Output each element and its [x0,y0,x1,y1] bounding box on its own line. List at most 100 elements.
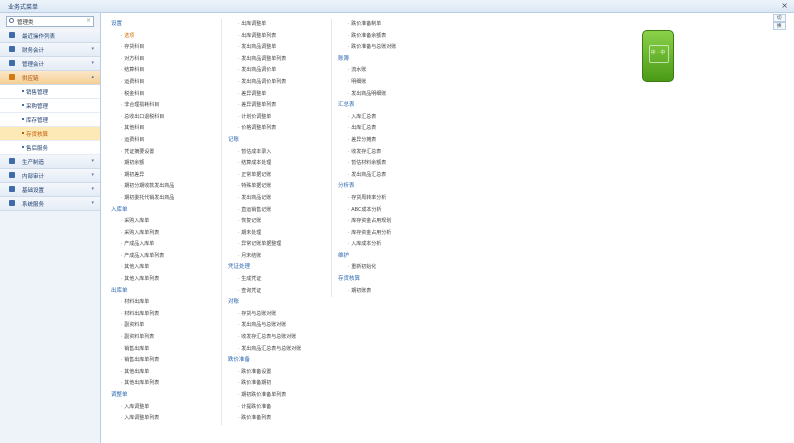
menu-link[interactable]: 库存资金占用规划 [338,216,443,228]
menu-link[interactable]: 跌价准备期初 [228,378,333,390]
sidebar-group[interactable]: ▾ 基础设置 [0,183,100,197]
menu-link[interactable]: 期初分期收款发出商品 [111,181,216,193]
menu-link[interactable]: 对方科目 [111,54,216,66]
menu-link[interactable]: 副资料单 [111,320,216,332]
menu-link[interactable]: 其他入库单 [111,262,216,274]
menu-link[interactable]: 出库调整单 [228,19,333,31]
menu-link[interactable]: 销售出库单列表 [111,355,216,367]
clear-search-icon[interactable]: × [86,17,91,24]
menu-link[interactable]: 明细账 [338,77,443,89]
tab-view-1[interactable]: 切 [773,14,786,22]
menu-link[interactable]: 跌价准备设置 [228,367,333,379]
menu-link[interactable]: 采购入库单列表 [111,228,216,240]
menu-link[interactable]: 差异调整单 [228,89,333,101]
menu-link[interactable]: 重新初始化 [338,262,443,274]
menu-link[interactable]: 其他出库单列表 [111,378,216,390]
menu-link[interactable]: 收发存汇总表与总账对账 [228,332,333,344]
menu-link[interactable]: 发出商品汇总表 [338,170,443,182]
sidebar-group[interactable]: ▾ 内部审计 [0,169,100,183]
sidebar-group[interactable]: ▾ 系统服务 [0,197,100,211]
menu-link[interactable]: 差异分摊表 [338,135,443,147]
menu-link[interactable]: 入库成本分析 [338,239,443,251]
sidebar-subitem[interactable]: 售后服务 [0,141,100,155]
menu-link[interactable]: 税金科目 [111,89,216,101]
menu-link[interactable]: 跌价准备制单 [338,19,443,31]
sidebar-subitem[interactable]: 销售管理 [0,85,100,99]
menu-link[interactable]: 出库汇总表 [338,123,443,135]
menu-link[interactable]: 跌价准备余额表 [338,31,443,43]
menu-link[interactable]: 其他入库单列表 [111,274,216,286]
menu-link[interactable]: 跌价准备列表 [228,413,333,425]
menu-link[interactable]: 暂估成本录入 [228,147,333,159]
menu-link[interactable]: 结算成本处理 [228,158,333,170]
menu-link[interactable]: 直运销售记账 [228,205,333,217]
menu-link[interactable]: 出库调整单列表 [228,31,333,43]
menu-link[interactable]: 发出商品记账 [228,193,333,205]
menu-link[interactable]: 发出商品与总账对账 [228,320,333,332]
menu-link[interactable]: 期初跌价准备单列表 [228,390,333,402]
menu-link[interactable]: 计提跌价准备 [228,402,333,414]
menu-link[interactable]: 发出商品汇总表与总账对账 [228,344,333,356]
menu-link[interactable]: 其他出库单 [111,367,216,379]
sidebar-group[interactable]: 最近操作列表 [0,29,100,43]
menu-link[interactable]: 存货科目 [111,42,216,54]
sidebar-group[interactable]: ▴ 供应链 [0,71,100,85]
menu-link[interactable]: 产成品入库单列表 [111,251,216,263]
menu-link[interactable]: 材料出库单 [111,297,216,309]
menu-link[interactable]: 价格调整单列表 [228,123,333,135]
sidebar-subitem[interactable]: 库存管理 [0,113,100,127]
menu-link[interactable]: 异常记账单据整理 [228,239,333,251]
sidebar-group[interactable]: ▾ 管理会计 [0,57,100,71]
menu-link[interactable]: 收发存汇总表 [338,147,443,159]
menu-link[interactable]: 材料出库单列表 [111,309,216,321]
menu-link[interactable]: 非合理损耗科目 [111,100,216,112]
menu-link[interactable]: 销售出库单 [111,344,216,356]
menu-link[interactable]: 发出商品调价单 [228,65,333,77]
menu-link[interactable]: 总收出口退税科目 [111,112,216,124]
menu-link[interactable]: 存货周转率分析 [338,193,443,205]
menu-link[interactable]: 运费科目 [111,77,216,89]
menu-link[interactable]: 发出商品调整单列表 [228,54,333,66]
menu-link[interactable]: 凭证摘要设置 [111,147,216,159]
menu-link[interactable]: 产成品入库单 [111,239,216,251]
menu-link[interactable]: 正常单据记账 [228,170,333,182]
menu-link[interactable]: 结算科目 [111,65,216,77]
sidebar-group[interactable]: ▾ 生产制造 [0,155,100,169]
menu-link[interactable]: 入库调整单列表 [111,413,216,425]
menu-link[interactable]: 恢复记账 [228,216,333,228]
menu-link[interactable]: 差异调整单列表 [228,100,333,112]
menu-link[interactable]: 发出商品调价单列表 [228,77,333,89]
menu-link[interactable]: 计划价调整单 [228,112,333,124]
sidebar-subitem[interactable]: 存货核算 [0,127,100,141]
menu-link[interactable]: 特殊单据记账 [228,181,333,193]
menu-link[interactable]: 生成凭证 [228,274,333,286]
menu-link[interactable]: 期末处理 [228,228,333,240]
sidebar-group[interactable]: ▾ 财务会计 [0,43,100,57]
menu-link[interactable]: ABC成本分析 [338,205,443,217]
menu-link[interactable]: 查询凭证 [228,286,333,298]
menu-link[interactable]: 期初账表 [338,286,443,298]
sidebar-subitem[interactable]: 采购管理 [0,99,100,113]
menu-link[interactable]: 发出商品调整单 [228,42,333,54]
menu-link[interactable]: 其他科目 [111,123,216,135]
menu-link[interactable]: 入库调整单 [111,402,216,414]
menu-link[interactable]: 采购入库单 [111,216,216,228]
menu-link[interactable]: 选项 [111,31,216,43]
menu-link[interactable]: 运费科目 [111,135,216,147]
menu-link[interactable]: 库存资金占用分析 [338,228,443,240]
menu-link[interactable]: 期初差异 [111,170,216,182]
menu-link[interactable]: 存货与总账对账 [228,309,333,321]
menu-link[interactable]: 跌价准备与总账对账 [338,42,443,54]
app-badge-icon[interactable]: 中 · 中 [642,30,674,82]
tab-view-2[interactable]: 换 [773,22,786,30]
close-icon[interactable]: × [781,1,788,11]
menu-link[interactable]: 发出商品明细账 [338,89,443,101]
search-input[interactable]: 管理类 × [6,16,94,27]
menu-link[interactable]: 期初余额 [111,158,216,170]
menu-link[interactable]: 期初委托代销发出商品 [111,193,216,205]
menu-link[interactable]: 暂估材料余额表 [338,158,443,170]
menu-link[interactable]: 入库汇总表 [338,112,443,124]
menu-link[interactable]: 副资料单列表 [111,332,216,344]
menu-link[interactable]: 流水账 [338,65,443,77]
menu-link[interactable]: 月末结账 [228,251,333,263]
